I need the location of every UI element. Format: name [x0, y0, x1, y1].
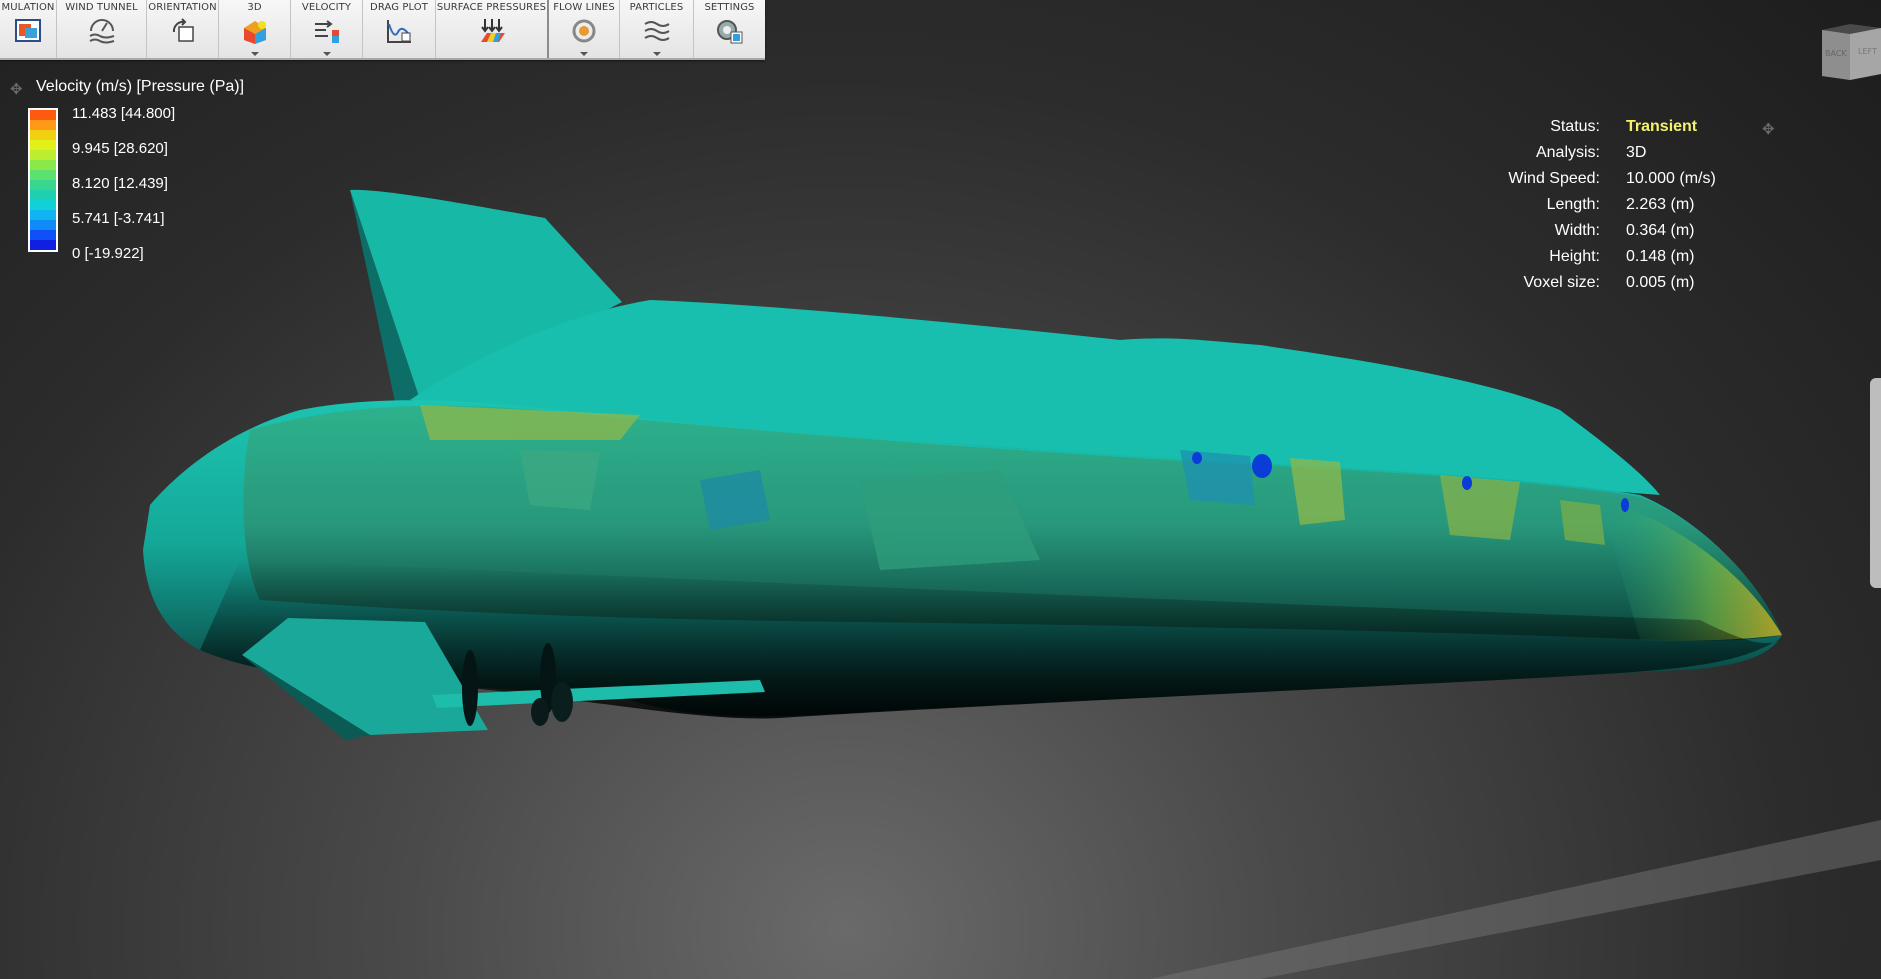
wind-tunnel-icon: [88, 19, 114, 44]
length-key: Length:: [1546, 196, 1600, 213]
ribbon-label-surface-pressures: SURFACE PRESSURES: [436, 2, 547, 13]
colorbar-segment: [30, 180, 56, 190]
legend-label: 11.483 [44.800]: [72, 105, 176, 122]
info-row-length: Length: 2.263 (m): [1480, 196, 1810, 222]
colorbar-segment: [30, 150, 56, 160]
colorbar-segment: [30, 110, 56, 120]
colorbar-segment: [30, 220, 56, 230]
colorbar-segment: [30, 160, 56, 170]
legend-label: 5.741 [-3.741]: [72, 210, 165, 227]
velocity-icon: [314, 20, 339, 43]
settings-icon: [716, 20, 742, 44]
simulation-icon: [15, 19, 41, 42]
info-row-wind-speed: Wind Speed: 10.000 (m/s): [1480, 170, 1810, 196]
flow-lines-icon: [572, 19, 596, 43]
colorbar-segment: [30, 210, 56, 220]
info-row-width: Width: 0.364 (m): [1480, 222, 1810, 248]
ribbon-label-velocity: VELOCITY: [301, 2, 352, 13]
status-key: Status:: [1550, 118, 1600, 135]
legend-title: Velocity (m/s) [Pressure (Pa)]: [36, 78, 245, 95]
wind-speed-key: Wind Speed:: [1508, 170, 1600, 187]
flow-lines-dropdown-caret[interactable]: [580, 52, 588, 56]
ribbon-orientation[interactable]: ORIENTATION: [147, 0, 219, 58]
analysis-info-panel: Status: Transient Analysis: 3D Wind Spee…: [1480, 118, 1810, 300]
ribbon-label-simulation: MULATION: [1, 2, 55, 13]
wind-speed-value: 10.000 (m/s): [1626, 170, 1716, 187]
ribbon-label-wind-tunnel: WIND TUNNEL: [65, 2, 138, 13]
legend-label: 8.120 [12.439]: [72, 175, 168, 192]
status-value: Transient: [1626, 118, 1698, 135]
colorbar-segment: [30, 170, 56, 180]
width-key: Width:: [1554, 222, 1600, 239]
ribbon-particles[interactable]: PARTICLES: [620, 0, 694, 58]
info-row-height: Height: 0.148 (m): [1480, 248, 1810, 274]
info-row-voxel-size: Voxel size: 0.005 (m): [1480, 274, 1810, 300]
side-panel-handle[interactable]: [1870, 378, 1881, 588]
orientation-icon: [172, 18, 194, 42]
info-row-status: Status: Transient: [1480, 118, 1810, 144]
ribbon-surface-pressures[interactable]: SURFACE PRESSURES: [436, 0, 549, 58]
ribbon-toolbar: MULATION WIND TUNNEL ORIENTATION 3D VELO…: [0, 0, 765, 60]
colorbar-segment: [30, 140, 56, 150]
ribbon-label-3d: 3D: [247, 2, 262, 13]
3d-viewport[interactable]: MULATION WIND TUNNEL ORIENTATION 3D VELO…: [0, 0, 1881, 979]
colorbar-segment: [30, 240, 56, 250]
voxel-size-key: Voxel size:: [1523, 274, 1600, 291]
legend-label: 9.945 [28.620]: [72, 140, 168, 157]
particles-dropdown-caret[interactable]: [652, 52, 661, 56]
ribbon-drag-plot[interactable]: DRAG PLOT: [363, 0, 436, 58]
3d-dropdown-caret[interactable]: [250, 52, 259, 56]
analysis-value: 3D: [1626, 144, 1647, 161]
ribbon-3d[interactable]: 3D: [219, 0, 291, 58]
width-value: 0.364 (m): [1626, 222, 1695, 239]
ribbon-label-drag-plot: DRAG PLOT: [370, 2, 428, 13]
analysis-key: Analysis:: [1535, 144, 1600, 161]
colorbar-segment: [30, 230, 56, 240]
ribbon-wind-tunnel[interactable]: WIND TUNNEL: [57, 0, 147, 58]
viewcube-left-face[interactable]: LEFT: [1858, 47, 1877, 56]
move-handle-icon[interactable]: ✥: [10, 80, 23, 98]
ribbon-label-flow-lines: FLOW LINES: [553, 2, 615, 13]
length-value: 2.263 (m): [1626, 196, 1695, 213]
colorbar-segment: [30, 190, 56, 200]
ribbon-velocity[interactable]: VELOCITY: [291, 0, 363, 58]
voxel-size-value: 0.005 (m): [1626, 274, 1695, 291]
ribbon-label-settings: SETTINGS: [704, 2, 755, 13]
legend-label: 0 [-19.922]: [72, 245, 144, 262]
ribbon-label-particles: PARTICLES: [629, 2, 684, 13]
ribbon-simulation[interactable]: MULATION: [0, 0, 57, 58]
colorbar-segment: [30, 120, 56, 130]
info-row-analysis: Analysis: 3D: [1480, 144, 1810, 170]
height-value: 0.148 (m): [1626, 248, 1695, 265]
particles-icon: [643, 21, 670, 41]
view-cube[interactable]: BACK LEFT: [1810, 22, 1881, 84]
colorbar-segment: [30, 130, 56, 140]
velocity-dropdown-caret[interactable]: [322, 52, 331, 56]
ribbon-label-orientation: ORIENTATION: [148, 2, 217, 13]
3d-view-icon: [243, 21, 266, 44]
drag-plot-icon: [387, 20, 411, 43]
viewcube-back-face[interactable]: BACK: [1825, 49, 1847, 58]
ribbon-settings[interactable]: SETTINGS: [694, 0, 765, 58]
ribbon-flow-lines[interactable]: FLOW LINES: [549, 0, 620, 58]
surface-pressures-icon: [480, 19, 505, 42]
legend-colorbar: [28, 108, 58, 252]
height-key: Height:: [1549, 248, 1600, 265]
colorbar-segment: [30, 200, 56, 210]
